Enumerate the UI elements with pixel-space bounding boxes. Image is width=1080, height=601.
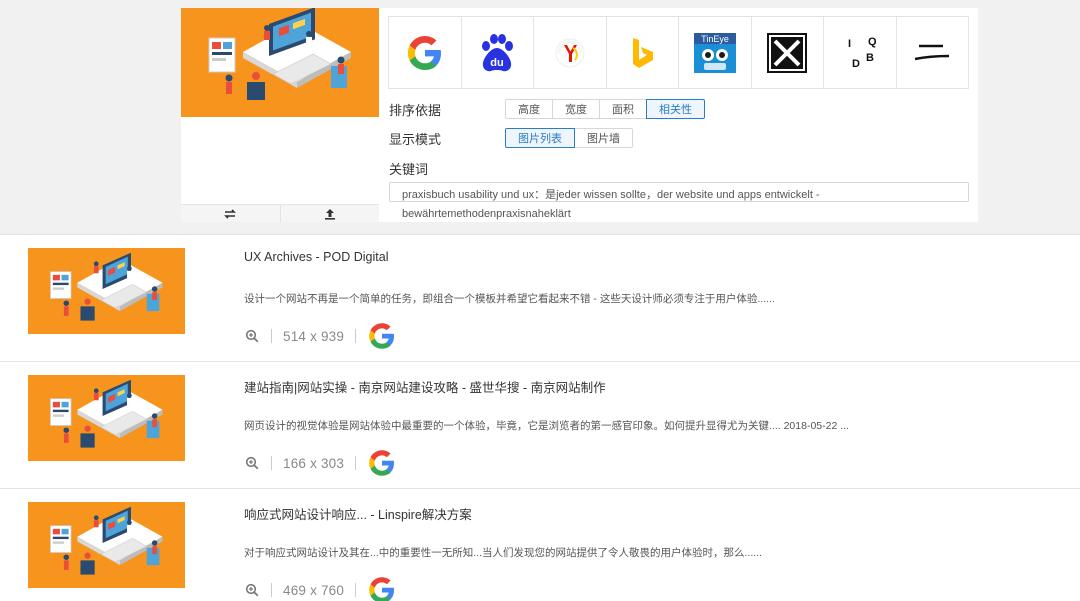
result-meta: 469 x 760: [244, 575, 397, 601]
google-icon[interactable]: [367, 321, 397, 351]
display-wall-button[interactable]: 图片墙: [574, 128, 633, 148]
result-title[interactable]: 建站指南|网站实操 - 南京网站建设攻略 - 盛世华搜 - 南京网站制作: [244, 377, 606, 396]
query-image-preview: [181, 8, 379, 222]
equals-lines-icon[interactable]: [896, 17, 968, 88]
keyword-line-1: praxisbuch usability und ux：是jeder wisse…: [402, 189, 820, 201]
bing-icon[interactable]: [606, 17, 679, 88]
swap-arrows-icon[interactable]: [181, 205, 281, 222]
keyword-label: 关键词: [389, 162, 429, 177]
sort-option-row: 排序依据 高度 宽度 面积 相关性: [389, 99, 705, 119]
result-item: 响应式网站设计响应... - Linspire解决方案 对于响应式网站设计及其在…: [0, 489, 1080, 601]
svg-text:D: D: [852, 58, 860, 70]
baidu-icon[interactable]: du: [461, 17, 534, 88]
display-list-button[interactable]: 图片列表: [505, 128, 575, 148]
tineye-icon[interactable]: TinEye: [679, 17, 752, 88]
result-description: 对于响应式网站设计及其在...中的重要性一无所知...当人们发现您的网站提供了令…: [244, 547, 763, 559]
keyword-line-2: bewährtemethodenpraxisnaheklärt: [402, 208, 571, 220]
sort-button-group: 高度 宽度 面积 相关性: [505, 99, 705, 119]
iqdb-icon[interactable]: I Q D B: [824, 17, 897, 88]
google-icon[interactable]: [367, 448, 397, 478]
result-description: 设计一个网站不再是一个简单的任务，即组合一个模板并希望它看起来不错 - 这些天设…: [244, 293, 775, 305]
image-dimensions: 514 x 939: [283, 328, 345, 344]
svg-text:Q: Q: [868, 36, 877, 48]
sort-relevance-button[interactable]: 相关性: [646, 99, 705, 119]
upload-icon[interactable]: [281, 205, 380, 222]
result-thumbnail[interactable]: [28, 248, 185, 334]
search-engine-bar: du TinEye I Q D B: [388, 16, 969, 89]
x-box-icon[interactable]: [751, 17, 824, 88]
result-meta: 514 x 939: [244, 321, 397, 351]
result-list: UX Archives - POD Digital 设计一个网站不再是一个简单的…: [0, 234, 1080, 601]
image-dimensions: 469 x 760: [283, 582, 345, 598]
image-dimensions: 166 x 303: [283, 455, 345, 471]
preview-action-bar: [181, 204, 379, 222]
google-icon[interactable]: [367, 575, 397, 601]
sort-label: 排序依据: [389, 102, 442, 118]
zoom-icon[interactable]: [244, 455, 260, 471]
sort-width-button[interactable]: 宽度: [552, 99, 600, 119]
result-title[interactable]: UX Archives - POD Digital: [244, 250, 388, 264]
zoom-icon[interactable]: [244, 582, 260, 598]
sort-area-button[interactable]: 面积: [599, 99, 647, 119]
keyword-value: praxisbuch usability und ux：是jeder wisse…: [402, 186, 962, 224]
divider: [271, 329, 272, 343]
query-image[interactable]: [181, 8, 379, 117]
display-button-group: 图片列表 图片墙: [505, 128, 633, 148]
result-thumbnail[interactable]: [28, 375, 185, 461]
zoom-icon[interactable]: [244, 328, 260, 344]
result-thumbnail[interactable]: [28, 502, 185, 588]
sort-height-button[interactable]: 高度: [505, 99, 553, 119]
divider: [355, 583, 357, 597]
display-option-row: 显示模式 图片列表 图片墙: [389, 128, 633, 148]
svg-text:du: du: [491, 57, 504, 69]
display-label: 显示模式: [389, 131, 442, 147]
svg-text:I: I: [848, 38, 851, 50]
divider: [271, 583, 272, 597]
result-description: 网页设计的视觉体验是网站体验中最重要的一个体验，毕竟，它是浏览者的第一感官印象。…: [244, 420, 849, 432]
google-icon[interactable]: [389, 17, 462, 88]
svg-text:B: B: [866, 52, 874, 64]
result-item: UX Archives - POD Digital 设计一个网站不再是一个简单的…: [0, 235, 1080, 362]
yandex-icon[interactable]: [534, 17, 607, 88]
result-title[interactable]: 响应式网站设计响应... - Linspire解决方案: [244, 504, 472, 523]
divider: [355, 329, 357, 343]
result-meta: 166 x 303: [244, 448, 397, 478]
divider: [355, 456, 357, 470]
search-panel: du TinEye I Q D B 排序依据 高度 宽度 面积 相关性 显示模式…: [181, 8, 978, 222]
svg-text:TinEye: TinEye: [701, 34, 729, 44]
result-item: 建站指南|网站实操 - 南京网站建设攻略 - 盛世华搜 - 南京网站制作 网页设…: [0, 362, 1080, 489]
divider: [271, 456, 272, 470]
